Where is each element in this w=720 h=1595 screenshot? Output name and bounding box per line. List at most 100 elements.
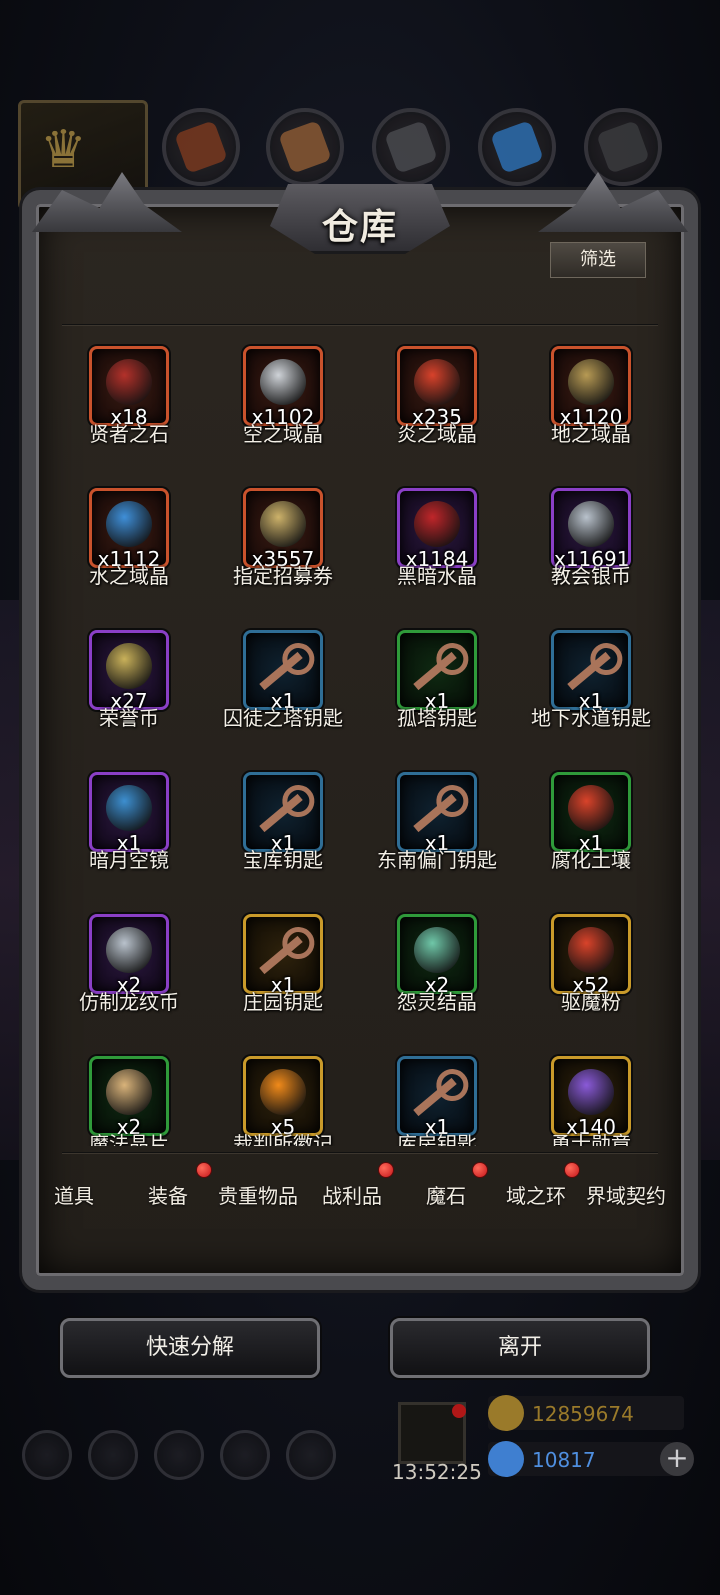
leave-button[interactable]: 离开 <box>390 1318 650 1378</box>
tab-loot[interactable]: 战利品 <box>322 1180 382 1209</box>
tab-realm-contracts[interactable]: 界域契约 <box>586 1180 666 1209</box>
key-icon <box>259 793 303 833</box>
item-slot: x3557 <box>243 488 323 571</box>
tab-valuables[interactable]: 贵重物品 <box>218 1180 298 1209</box>
item-slot: x11691 <box>551 488 631 571</box>
item-name: 空之域晶 <box>243 422 323 446</box>
item-name: 荣誉币 <box>99 706 159 730</box>
item-cell[interactable]: x1 庄园钥匙 <box>206 906 360 1048</box>
item-cell[interactable]: x1112 水之域晶 <box>52 480 206 622</box>
item-slot: x1 <box>397 772 477 855</box>
item-slot: x1 <box>397 1056 477 1139</box>
gold-amount: 12859674 <box>532 1402 634 1426</box>
dark-crystal-icon <box>414 501 460 547</box>
item-name: 怨灵结晶 <box>397 990 477 1014</box>
item-slot: x27 <box>89 630 169 713</box>
tab-magic-stones[interactable]: 魔石 <box>426 1180 466 1209</box>
bottom-divider <box>62 1152 658 1154</box>
item-grid-viewport[interactable]: x18 贤者之石 x1102 空之域晶 x235 炎之域晶 x1120 地之域晶 x1112 水之… <box>52 338 668 1146</box>
item-cell[interactable]: x18 贤者之石 <box>52 338 206 480</box>
item-cell[interactable]: x27 荣誉币 <box>52 622 206 764</box>
item-slot: x18 <box>89 346 169 429</box>
item-cell[interactable]: x1 暗月空镜 <box>52 764 206 906</box>
item-cell[interactable]: x1 宝库钥匙 <box>206 764 360 906</box>
item-slot: x1 <box>243 630 323 713</box>
item-cell[interactable]: x140 勇士勋章 <box>514 1048 668 1146</box>
item-name: 裁判所徽记 <box>233 1132 333 1146</box>
item-slot: x1120 <box>551 346 631 429</box>
spirit-crystal-icon <box>414 927 460 973</box>
item-slot: x1112 <box>89 488 169 571</box>
tab-domain-rings-badge <box>564 1162 580 1178</box>
item-name: 黑暗水晶 <box>397 564 477 588</box>
item-cell[interactable]: x11691 教会银币 <box>514 480 668 622</box>
item-name: 腐化土壤 <box>551 848 631 872</box>
item-name: 孤塔钥匙 <box>397 706 477 730</box>
warehouse-dialog: 仓库 筛选 x18 贤者之石 x1102 空之域晶 x235 炎之域晶 x1120 地之域晶 x… <box>22 172 698 1290</box>
item-grid: x18 贤者之石 x1102 空之域晶 x235 炎之域晶 x1120 地之域晶 x1112 水之… <box>52 338 668 1146</box>
item-slot: x1184 <box>397 488 477 571</box>
item-slot: x2 <box>397 914 477 997</box>
item-cell[interactable]: x1 东南偏门钥匙 <box>360 764 514 906</box>
fire-crystal-icon <box>414 359 460 405</box>
emblem-icon <box>260 1069 306 1115</box>
key-icon <box>413 1077 457 1117</box>
item-slot: x1 <box>397 630 477 713</box>
silver-coin-icon <box>568 501 614 547</box>
item-cell[interactable]: x3557 指定招募券 <box>206 480 360 622</box>
book-menu-icon[interactable] <box>154 1430 204 1480</box>
gold-coin-icon <box>106 643 152 689</box>
item-name: 库房钥匙 <box>397 1132 477 1146</box>
item-name: 暗月空镜 <box>89 848 169 872</box>
hand-icon <box>106 1069 152 1115</box>
mirror-icon <box>106 785 152 831</box>
item-cell[interactable]: x1184 黑暗水晶 <box>360 480 514 622</box>
key-icon <box>259 935 303 975</box>
item-cell[interactable]: x1120 地之域晶 <box>514 338 668 480</box>
item-cell[interactable]: x2 魔法晶片 <box>52 1048 206 1146</box>
crown-icon: ♛ <box>40 120 87 180</box>
quick-decompose-button[interactable]: 快速分解 <box>60 1318 320 1378</box>
item-cell[interactable]: x52 驱魔粉 <box>514 906 668 1048</box>
tab-items[interactable]: 道具 <box>54 1180 94 1209</box>
item-name: 勇士勋章 <box>551 1132 631 1146</box>
item-cell[interactable]: x235 炎之域晶 <box>360 338 514 480</box>
item-cell[interactable]: x1 地下水道钥匙 <box>514 622 668 764</box>
item-name: 驱魔粉 <box>561 990 621 1014</box>
item-cell[interactable]: x2 仿制龙纹币 <box>52 906 206 1048</box>
item-cell[interactable]: x1102 空之域晶 <box>206 338 360 480</box>
powder-icon <box>568 927 614 973</box>
item-cell[interactable]: x1 囚徒之塔钥匙 <box>206 622 360 764</box>
flower-menu-icon[interactable] <box>22 1430 72 1480</box>
item-cell[interactable]: x2 怨灵结晶 <box>360 906 514 1048</box>
mail-menu-icon[interactable] <box>220 1430 270 1480</box>
tab-domain-rings[interactable]: 域之环 <box>506 1180 566 1209</box>
leather-resource-icon <box>162 108 240 186</box>
item-name: 地之域晶 <box>551 422 631 446</box>
item-name: 宝库钥匙 <box>243 848 323 872</box>
key-icon <box>259 651 303 691</box>
item-slot: x52 <box>551 914 631 997</box>
gold-coin-icon <box>488 1395 524 1431</box>
filter-button[interactable]: 筛选 <box>550 242 646 278</box>
item-cell[interactable]: x1 腐化土壤 <box>514 764 668 906</box>
tab-loot-badge <box>378 1162 394 1178</box>
item-name: 魔法晶片 <box>89 1132 169 1146</box>
item-name: 教会银币 <box>551 564 631 588</box>
category-tabs: 道具 装备 贵重物品 战利品 魔石 域之环 界域契约 <box>52 1162 668 1226</box>
item-slot: x2 <box>89 914 169 997</box>
tab-equipment[interactable]: 装备 <box>148 1180 188 1209</box>
medal-icon <box>568 1069 614 1115</box>
emblem-menu-icon[interactable] <box>88 1430 138 1480</box>
dialog-title: 仓库 <box>321 207 398 248</box>
item-name: 水之域晶 <box>89 564 169 588</box>
item-cell[interactable]: x1 孤塔钥匙 <box>360 622 514 764</box>
item-cell[interactable]: x1 库房钥匙 <box>360 1048 514 1146</box>
item-cell[interactable]: x5 裁判所徽记 <box>206 1048 360 1146</box>
horn-menu-icon[interactable] <box>286 1430 336 1480</box>
tab-magic-stones-badge <box>472 1162 488 1178</box>
item-slot: x1 <box>243 914 323 997</box>
item-name: 炎之域晶 <box>397 422 477 446</box>
add-gems-button[interactable]: + <box>660 1442 694 1476</box>
item-name: 仿制龙纹币 <box>79 990 179 1014</box>
